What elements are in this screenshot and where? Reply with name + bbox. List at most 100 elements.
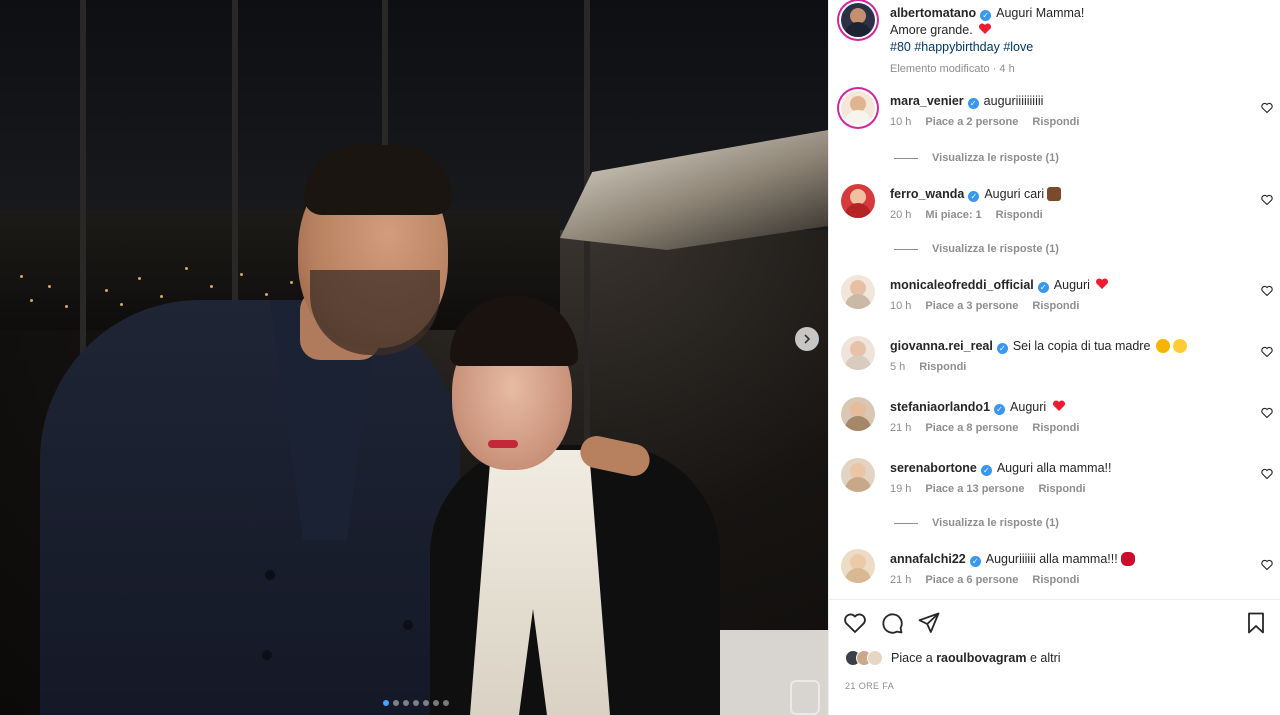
comment-text: Sei la copia di tua madre xyxy=(1012,339,1151,353)
divider xyxy=(829,599,1280,600)
heart-icon[interactable] xyxy=(1261,468,1275,482)
comment-time: 21 h xyxy=(890,422,912,434)
avatar[interactable] xyxy=(841,336,875,370)
avatar[interactable] xyxy=(841,458,875,492)
comment: ferro_wanda ✓ Auguri cari 20 h Mi piace: 1 R… xyxy=(841,184,1269,221)
instagram-post-view: albertomatano ✓ Auguri Mamma! Amore grande… xyxy=(0,0,1280,715)
comment: serenabortone ✓ Auguri alla mamma!! 19 h Pi… xyxy=(841,458,1269,495)
comment-username[interactable]: ferro_wanda xyxy=(890,187,964,201)
heart-icon[interactable] xyxy=(1261,407,1275,421)
heart-icon[interactable] xyxy=(1261,194,1275,208)
avatar[interactable] xyxy=(841,549,875,583)
carousel-dot[interactable] xyxy=(403,700,409,706)
verified-badge-icon: ✓ xyxy=(996,343,1008,354)
view-replies-button[interactable]: Visualizza le risposte (1) xyxy=(894,517,1059,529)
liker-avatar xyxy=(867,650,883,666)
comment-text: auguriiiiiiiiii xyxy=(983,94,1044,108)
avatar[interactable] xyxy=(841,3,875,37)
comment: giovanna.rei_real ✓ Sei la copia di tua ma… xyxy=(841,336,1269,373)
likes-prefix: Piace a xyxy=(891,651,933,665)
comment-likes[interactable]: Piace a 13 persone xyxy=(925,483,1024,495)
comment-text: Auguri cari xyxy=(984,187,1045,201)
reply-button[interactable]: Rispondi xyxy=(1032,574,1079,586)
comment-username[interactable]: serenabortone xyxy=(890,461,977,475)
comment-time: 5 h xyxy=(890,361,906,373)
comment-likes[interactable]: Piace a 2 persone xyxy=(925,116,1018,128)
carousel-dot[interactable] xyxy=(413,700,419,706)
comment-time: 19 h xyxy=(890,483,912,495)
verified-badge-icon: ✓ xyxy=(968,191,980,202)
jacket-buttons xyxy=(0,0,413,660)
heart-icon[interactable] xyxy=(843,611,867,635)
heart-icon[interactable] xyxy=(1261,346,1275,360)
likes-summary[interactable]: Piace a raoulbovagram e altri xyxy=(845,650,1061,666)
comments-list[interactable]: albertomatano ✓ Auguri Mamma! Amore grande… xyxy=(829,0,1280,599)
verified-badge-icon: ✓ xyxy=(967,98,979,109)
avatar[interactable] xyxy=(841,91,875,125)
comment: annafalchi22 ✓ Auguriiiiii alla mamma!!! 2… xyxy=(841,549,1269,586)
carousel-dot[interactable] xyxy=(423,700,429,706)
comment-time: 20 h xyxy=(890,209,912,221)
view-replies-button[interactable]: Visualizza le risposte (1) xyxy=(894,243,1059,255)
bookmark-icon[interactable] xyxy=(1244,611,1268,635)
post-photo[interactable] xyxy=(0,0,828,715)
comment-username[interactable]: mara_venier xyxy=(890,94,964,108)
wine-glass xyxy=(790,680,820,715)
heart-icon[interactable] xyxy=(1261,285,1275,299)
comment-username[interactable]: stefaniaorlando1 xyxy=(890,400,990,414)
likes-suffix[interactable]: e altri xyxy=(1030,651,1061,665)
comment-text: Auguri alla mamma!! xyxy=(996,461,1112,475)
avatar[interactable] xyxy=(841,275,875,309)
avatar[interactable] xyxy=(841,397,875,431)
man-jacket xyxy=(40,300,460,715)
comment-likes[interactable]: Mi piace: 1 xyxy=(925,209,981,221)
heart-icon[interactable] xyxy=(1261,559,1275,573)
comment-username[interactable]: giovanna.rei_real xyxy=(890,339,993,353)
edited-label: Elemento modificato · 4 h xyxy=(890,63,1015,75)
share-icon[interactable] xyxy=(917,611,941,635)
reply-button[interactable]: Rispondi xyxy=(919,361,966,373)
reply-button[interactable]: Rispondi xyxy=(1032,300,1079,312)
view-replies-button[interactable]: Visualizza le risposte (1) xyxy=(894,152,1059,164)
carousel-indicator xyxy=(383,700,449,706)
comment-username[interactable]: monicaleofreddi_official xyxy=(890,278,1034,292)
reply-button[interactable]: Rispondi xyxy=(1038,483,1085,495)
carousel-dot[interactable] xyxy=(393,700,399,706)
comment-text: Auguri xyxy=(1053,278,1090,292)
post-actions xyxy=(843,611,1268,637)
comment-icon[interactable] xyxy=(880,611,904,635)
verified-badge-icon: ✓ xyxy=(980,10,992,21)
comment-likes[interactable]: Piace a 6 persone xyxy=(925,574,1018,586)
comment-likes[interactable]: Piace a 8 persone xyxy=(925,422,1018,434)
author-username[interactable]: albertomatano xyxy=(890,6,976,20)
hashtag-link[interactable]: #happybirthday xyxy=(914,40,999,54)
reply-button[interactable]: Rispondi xyxy=(1032,116,1079,128)
kiss-emoji-icon xyxy=(1173,339,1188,353)
hashtag-link[interactable]: #love xyxy=(1003,40,1033,54)
cake-emoji-icon xyxy=(1047,187,1062,201)
comment-username[interactable]: annafalchi22 xyxy=(890,552,966,566)
liker-username[interactable]: raoulbovagram xyxy=(936,651,1026,665)
comment: stefaniaorlando1 ✓ Auguri 21 h Piace a 8 pe… xyxy=(841,397,1269,434)
hashtag-link[interactable]: #80 xyxy=(890,40,911,54)
verified-badge-icon: ✓ xyxy=(980,465,992,476)
caption-line-1: Auguri Mamma! xyxy=(996,6,1085,20)
carousel-dot[interactable] xyxy=(433,700,439,706)
heart-icon[interactable] xyxy=(1261,102,1275,116)
carousel-dot[interactable] xyxy=(383,700,389,706)
reply-button[interactable]: Rispondi xyxy=(1032,422,1079,434)
red-heart-emoji-icon xyxy=(1052,400,1065,411)
comment-likes[interactable]: Piace a 3 persone xyxy=(925,300,1018,312)
star-eyes-emoji-icon xyxy=(1156,339,1171,353)
comment-time: 21 h xyxy=(890,574,912,586)
red-heart-emoji-icon xyxy=(979,23,992,34)
comment: mara_venier ✓ auguriiiiiiiiii 10 h Piace a … xyxy=(841,91,1269,128)
verified-badge-icon: ✓ xyxy=(969,556,981,567)
verified-badge-icon: ✓ xyxy=(1037,282,1049,293)
reply-button[interactable]: Rispondi xyxy=(996,209,1043,221)
carousel-dot[interactable] xyxy=(443,700,449,706)
avatar[interactable] xyxy=(841,184,875,218)
comment-text: Auguriiiiii alla mamma!!! xyxy=(985,552,1118,566)
chevron-right-icon[interactable] xyxy=(795,327,819,351)
comment-time: 10 h xyxy=(890,116,912,128)
